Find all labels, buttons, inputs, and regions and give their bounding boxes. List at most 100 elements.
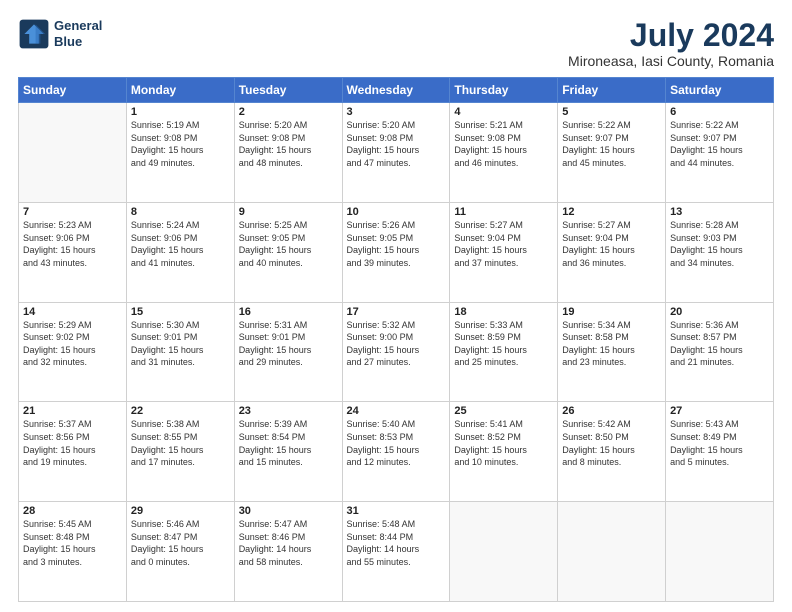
calendar-cell [558, 502, 666, 602]
day-info: Sunrise: 5:45 AM Sunset: 8:48 PM Dayligh… [23, 518, 122, 568]
day-number: 24 [347, 405, 446, 417]
calendar-day-header: Saturday [666, 78, 774, 103]
day-number: 25 [454, 405, 553, 417]
day-info: Sunrise: 5:31 AM Sunset: 9:01 PM Dayligh… [239, 319, 338, 369]
title-block: July 2024 Mironeasa, Iasi County, Romani… [568, 18, 774, 69]
calendar-cell: 28Sunrise: 5:45 AM Sunset: 8:48 PM Dayli… [19, 502, 127, 602]
day-info: Sunrise: 5:46 AM Sunset: 8:47 PM Dayligh… [131, 518, 230, 568]
day-info: Sunrise: 5:28 AM Sunset: 9:03 PM Dayligh… [670, 219, 769, 269]
day-info: Sunrise: 5:34 AM Sunset: 8:58 PM Dayligh… [562, 319, 661, 369]
day-info: Sunrise: 5:24 AM Sunset: 9:06 PM Dayligh… [131, 219, 230, 269]
day-number: 8 [131, 206, 230, 218]
day-number: 9 [239, 206, 338, 218]
calendar-cell: 24Sunrise: 5:40 AM Sunset: 8:53 PM Dayli… [342, 402, 450, 502]
day-info: Sunrise: 5:33 AM Sunset: 8:59 PM Dayligh… [454, 319, 553, 369]
calendar-cell: 10Sunrise: 5:26 AM Sunset: 9:05 PM Dayli… [342, 202, 450, 302]
calendar-cell: 16Sunrise: 5:31 AM Sunset: 9:01 PM Dayli… [234, 302, 342, 402]
day-info: Sunrise: 5:29 AM Sunset: 9:02 PM Dayligh… [23, 319, 122, 369]
day-number: 28 [23, 505, 122, 517]
day-info: Sunrise: 5:30 AM Sunset: 9:01 PM Dayligh… [131, 319, 230, 369]
calendar-table: SundayMondayTuesdayWednesdayThursdayFrid… [18, 77, 774, 602]
day-info: Sunrise: 5:40 AM Sunset: 8:53 PM Dayligh… [347, 418, 446, 468]
calendar-cell: 7Sunrise: 5:23 AM Sunset: 9:06 PM Daylig… [19, 202, 127, 302]
day-number: 18 [454, 306, 553, 318]
day-number: 16 [239, 306, 338, 318]
day-info: Sunrise: 5:21 AM Sunset: 9:08 PM Dayligh… [454, 119, 553, 169]
day-number: 27 [670, 405, 769, 417]
calendar-cell: 21Sunrise: 5:37 AM Sunset: 8:56 PM Dayli… [19, 402, 127, 502]
day-number: 29 [131, 505, 230, 517]
calendar-cell: 8Sunrise: 5:24 AM Sunset: 9:06 PM Daylig… [126, 202, 234, 302]
calendar-day-header: Sunday [19, 78, 127, 103]
calendar-week-row: 14Sunrise: 5:29 AM Sunset: 9:02 PM Dayli… [19, 302, 774, 402]
day-info: Sunrise: 5:19 AM Sunset: 9:08 PM Dayligh… [131, 119, 230, 169]
day-number: 2 [239, 106, 338, 118]
day-info: Sunrise: 5:32 AM Sunset: 9:00 PM Dayligh… [347, 319, 446, 369]
day-number: 5 [562, 106, 661, 118]
calendar-cell: 19Sunrise: 5:34 AM Sunset: 8:58 PM Dayli… [558, 302, 666, 402]
calendar-cell: 30Sunrise: 5:47 AM Sunset: 8:46 PM Dayli… [234, 502, 342, 602]
day-number: 19 [562, 306, 661, 318]
day-number: 30 [239, 505, 338, 517]
day-number: 13 [670, 206, 769, 218]
day-number: 31 [347, 505, 446, 517]
calendar-week-row: 21Sunrise: 5:37 AM Sunset: 8:56 PM Dayli… [19, 402, 774, 502]
day-number: 22 [131, 405, 230, 417]
calendar-cell: 31Sunrise: 5:48 AM Sunset: 8:44 PM Dayli… [342, 502, 450, 602]
day-info: Sunrise: 5:23 AM Sunset: 9:06 PM Dayligh… [23, 219, 122, 269]
calendar-day-header: Tuesday [234, 78, 342, 103]
calendar-cell: 26Sunrise: 5:42 AM Sunset: 8:50 PM Dayli… [558, 402, 666, 502]
calendar-cell: 20Sunrise: 5:36 AM Sunset: 8:57 PM Dayli… [666, 302, 774, 402]
subtitle: Mironeasa, Iasi County, Romania [568, 53, 774, 69]
day-number: 20 [670, 306, 769, 318]
calendar-cell: 17Sunrise: 5:32 AM Sunset: 9:00 PM Dayli… [342, 302, 450, 402]
day-info: Sunrise: 5:26 AM Sunset: 9:05 PM Dayligh… [347, 219, 446, 269]
day-number: 12 [562, 206, 661, 218]
calendar-cell: 13Sunrise: 5:28 AM Sunset: 9:03 PM Dayli… [666, 202, 774, 302]
page: General Blue July 2024 Mironeasa, Iasi C… [0, 0, 792, 612]
calendar-cell: 25Sunrise: 5:41 AM Sunset: 8:52 PM Dayli… [450, 402, 558, 502]
calendar-cell: 22Sunrise: 5:38 AM Sunset: 8:55 PM Dayli… [126, 402, 234, 502]
day-number: 11 [454, 206, 553, 218]
day-info: Sunrise: 5:37 AM Sunset: 8:56 PM Dayligh… [23, 418, 122, 468]
day-info: Sunrise: 5:20 AM Sunset: 9:08 PM Dayligh… [347, 119, 446, 169]
day-info: Sunrise: 5:36 AM Sunset: 8:57 PM Dayligh… [670, 319, 769, 369]
calendar-cell: 15Sunrise: 5:30 AM Sunset: 9:01 PM Dayli… [126, 302, 234, 402]
calendar-cell [450, 502, 558, 602]
calendar-cell: 14Sunrise: 5:29 AM Sunset: 9:02 PM Dayli… [19, 302, 127, 402]
logo-icon [18, 18, 50, 50]
day-info: Sunrise: 5:25 AM Sunset: 9:05 PM Dayligh… [239, 219, 338, 269]
day-number: 3 [347, 106, 446, 118]
calendar-week-row: 7Sunrise: 5:23 AM Sunset: 9:06 PM Daylig… [19, 202, 774, 302]
day-info: Sunrise: 5:22 AM Sunset: 9:07 PM Dayligh… [670, 119, 769, 169]
day-number: 6 [670, 106, 769, 118]
day-info: Sunrise: 5:38 AM Sunset: 8:55 PM Dayligh… [131, 418, 230, 468]
day-info: Sunrise: 5:43 AM Sunset: 8:49 PM Dayligh… [670, 418, 769, 468]
day-info: Sunrise: 5:39 AM Sunset: 8:54 PM Dayligh… [239, 418, 338, 468]
calendar-cell: 18Sunrise: 5:33 AM Sunset: 8:59 PM Dayli… [450, 302, 558, 402]
calendar-week-row: 28Sunrise: 5:45 AM Sunset: 8:48 PM Dayli… [19, 502, 774, 602]
calendar-cell: 27Sunrise: 5:43 AM Sunset: 8:49 PM Dayli… [666, 402, 774, 502]
calendar-cell: 23Sunrise: 5:39 AM Sunset: 8:54 PM Dayli… [234, 402, 342, 502]
calendar-cell: 2Sunrise: 5:20 AM Sunset: 9:08 PM Daylig… [234, 103, 342, 203]
day-number: 7 [23, 206, 122, 218]
calendar-week-row: 1Sunrise: 5:19 AM Sunset: 9:08 PM Daylig… [19, 103, 774, 203]
calendar-day-header: Wednesday [342, 78, 450, 103]
day-number: 23 [239, 405, 338, 417]
logo-line1: General [54, 18, 102, 34]
day-number: 17 [347, 306, 446, 318]
calendar-header-row: SundayMondayTuesdayWednesdayThursdayFrid… [19, 78, 774, 103]
logo: General Blue [18, 18, 102, 50]
calendar-cell: 12Sunrise: 5:27 AM Sunset: 9:04 PM Dayli… [558, 202, 666, 302]
day-number: 15 [131, 306, 230, 318]
calendar-cell: 4Sunrise: 5:21 AM Sunset: 9:08 PM Daylig… [450, 103, 558, 203]
day-number: 21 [23, 405, 122, 417]
main-title: July 2024 [568, 18, 774, 53]
calendar-cell: 11Sunrise: 5:27 AM Sunset: 9:04 PM Dayli… [450, 202, 558, 302]
day-number: 1 [131, 106, 230, 118]
calendar-cell [19, 103, 127, 203]
calendar-cell: 5Sunrise: 5:22 AM Sunset: 9:07 PM Daylig… [558, 103, 666, 203]
day-info: Sunrise: 5:41 AM Sunset: 8:52 PM Dayligh… [454, 418, 553, 468]
logo-text: General Blue [54, 18, 102, 49]
calendar-cell: 1Sunrise: 5:19 AM Sunset: 9:08 PM Daylig… [126, 103, 234, 203]
